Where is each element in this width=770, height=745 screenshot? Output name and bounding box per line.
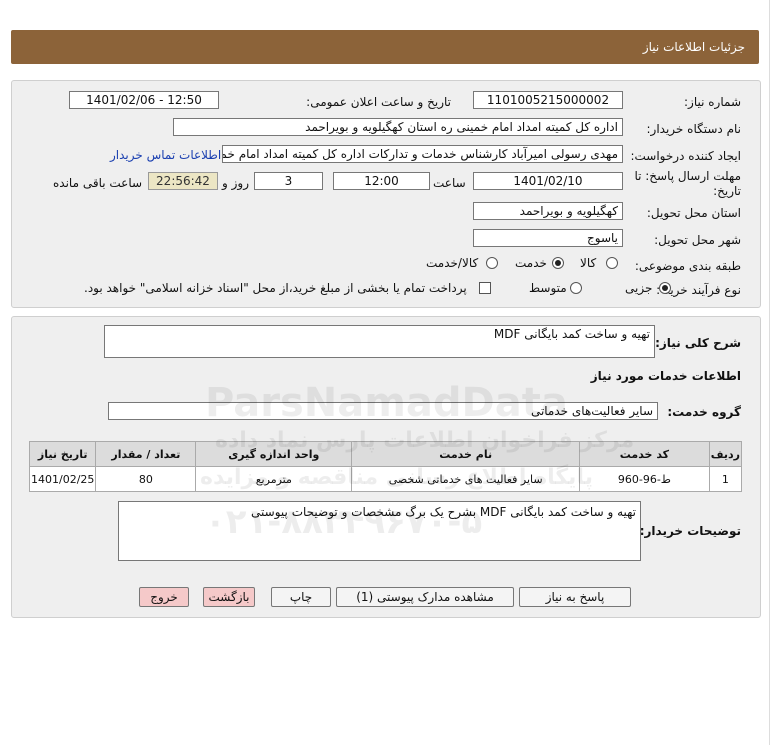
treasury-payment-checkbox[interactable] — [479, 282, 491, 294]
process-medium-radio[interactable] — [570, 282, 582, 294]
contact-info-link[interactable]: اطلاعات تماس خریدار — [110, 148, 221, 162]
table-header-row: ردیف کد خدمت نام خدمت واحد اندازه گیری ت… — [28, 441, 743, 467]
process-minor-label: جزیی — [625, 281, 653, 295]
col-qty: تعداد / مقدار — [95, 441, 197, 467]
page-header: جزئیات اطلاعات نیاز — [11, 30, 759, 64]
table-row: 1 ط-96-960 سایر فعالیت های خدماتی شخصی م… — [28, 466, 743, 492]
days-label: روز و — [222, 176, 249, 190]
summary-label: شرح کلی نیاز: — [655, 336, 741, 350]
col-code: کد خدمت — [579, 441, 710, 467]
cell-unit: مترمربع — [195, 466, 353, 492]
service-group-label: گروه خدمت: — [667, 405, 741, 419]
cell-qty: 80 — [95, 466, 197, 492]
deadline-time-label: ساعت — [433, 176, 466, 190]
cell-code: ط-96-960 — [579, 466, 710, 492]
deadline-date-field[interactable]: 1401/02/10 — [473, 172, 623, 190]
services-heading: اطلاعات خدمات مورد نیاز — [590, 369, 741, 383]
reply-button[interactable]: پاسخ به نیاز — [519, 587, 631, 607]
col-name: نام خدمت — [351, 441, 581, 467]
days-remaining-field: 3 — [254, 172, 323, 190]
page-title: جزئیات اطلاعات نیاز — [642, 40, 745, 54]
city-field[interactable]: یاسوج — [473, 229, 623, 247]
services-table: ردیف کد خدمت نام خدمت واحد اندازه گیری ت… — [28, 441, 743, 492]
print-button[interactable]: چاپ — [271, 587, 331, 607]
buyer-notes-label: توضیحات خریدار: — [639, 524, 741, 538]
col-date: تاریخ نیاز — [28, 441, 97, 467]
cell-row: 1 — [708, 466, 743, 492]
requester-label: ایجاد کننده درخواست: — [630, 149, 741, 163]
exit-button[interactable]: خروج — [139, 587, 189, 607]
remaining-time-field: 22:56:42 — [148, 172, 218, 190]
deadline-label-1: مهلت ارسال پاسخ: تا — [634, 169, 741, 183]
view-attachments-button[interactable]: مشاهده مدارک پیوستی (1) — [336, 587, 514, 607]
page: جزئیات اطلاعات نیاز شماره نیاز: 11010052… — [0, 0, 770, 745]
remaining-label: ساعت باقی مانده — [53, 176, 143, 190]
col-row: ردیف — [708, 441, 743, 467]
announce-label: تاریخ و ساعت اعلان عمومی: — [306, 95, 451, 109]
province-label: استان محل تحویل: — [646, 206, 741, 220]
cell-name: سایر فعالیت های خدماتی شخصی — [351, 466, 581, 492]
announce-field[interactable]: 1401/02/06 - 12:50 — [69, 91, 219, 109]
process-minor-radio[interactable] — [659, 282, 671, 294]
category-service-radio[interactable] — [552, 257, 564, 269]
category-label: طبقه بندی موضوعی: — [634, 259, 741, 273]
summary-field: تهیه و ساخت کمد بایگانی MDF — [104, 325, 655, 358]
buyer-notes-field: تهیه و ساخت کمد بایگانی MDF بشرح یک برگ … — [118, 501, 641, 561]
category-goods-label: کالا — [580, 256, 597, 270]
deadline-time-field[interactable]: 12:00 — [333, 172, 430, 190]
treasury-payment-note: پرداخت تمام یا بخشی از مبلغ خرید،از محل … — [84, 281, 467, 295]
col-unit: واحد اندازه گیری — [195, 441, 353, 467]
need-number-label: شماره نیاز: — [684, 95, 741, 109]
need-info-panel — [11, 80, 761, 308]
cell-date: 1401/02/25 — [28, 466, 97, 492]
province-field[interactable]: کهگیلویه و بویراحمد — [473, 202, 623, 220]
category-service-label: خدمت — [515, 256, 547, 270]
category-both-label: کالا/خدمت — [426, 256, 479, 270]
category-both-radio[interactable] — [486, 257, 498, 269]
requester-field[interactable]: مهدی رسولی امیرآباد کارشناس خدمات و تدار… — [222, 145, 623, 163]
city-label: شهر محل تحویل: — [654, 233, 741, 247]
need-number-field[interactable]: 1101005215000002 — [473, 91, 623, 109]
service-group-field: سایر فعالیت‌های خدماتی — [108, 402, 658, 420]
buyer-org-label: نام دستگاه خریدار: — [646, 122, 742, 136]
deadline-label-2: تاریخ: — [713, 184, 741, 198]
process-medium-label: متوسط — [529, 281, 567, 295]
category-goods-radio[interactable] — [606, 257, 618, 269]
back-button[interactable]: بازگشت — [203, 587, 255, 607]
buyer-org-field[interactable]: اداره کل کمیته امداد امام خمینی ره استان… — [173, 118, 623, 136]
